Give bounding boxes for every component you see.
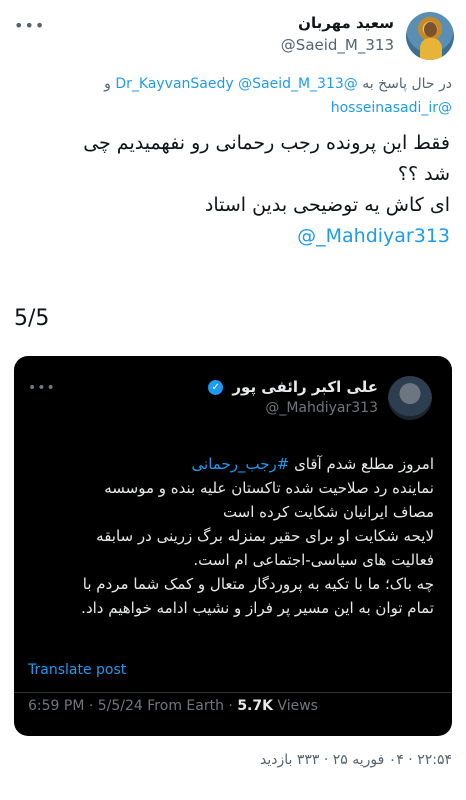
quote-views-label: Views: [277, 698, 318, 714]
quote-meta-time: 6:59 PM · 5/5/24 From Earth ·: [28, 698, 233, 714]
author-handle[interactable]: @Saeid_M_313: [281, 34, 394, 56]
quote-meta: 6:59 PM · 5/5/24 From Earth · 5.7K Views: [28, 698, 318, 714]
quote-author-avatar[interactable]: [388, 376, 432, 420]
quote-divider: [14, 692, 452, 693]
translate-post-link[interactable]: Translate post: [28, 662, 126, 678]
tweet-text-line: ای کاش یه توضیحی بدین استاد: [204, 194, 450, 216]
page-count: 5/5: [14, 306, 50, 331]
quote-more-icon[interactable]: •••: [28, 380, 56, 396]
replying-mention-2[interactable]: @Saeid_M_313: [238, 76, 344, 92]
replying-to: در حال پاسخ به @Dr_KayvanSaedy @Saeid_M_…: [14, 72, 452, 120]
tweet-mention[interactable]: @_Mahdiyar313: [16, 221, 450, 252]
tweet-text: فقط این پرونده رجب رحمانی رو نفهمیدیم چی…: [16, 128, 450, 252]
avatar-body: [420, 38, 442, 60]
tweet-text-line: شد ؟؟: [397, 163, 450, 185]
replying-prefix: در حال پاسخ به: [362, 76, 452, 92]
quote-text-line-1: امروز مطلع شدم آقای #رجب_رحمانی: [32, 452, 434, 476]
tweet-header: سعید مهربان @Saeid_M_313 •••: [10, 10, 454, 60]
quote-display-name[interactable]: علی اکبر رائفی پور: [232, 378, 378, 396]
quote-text: امروز مطلع شدم آقای #رجب_رحمانی نماینده …: [32, 452, 434, 620]
author-display-name[interactable]: سعید مهربان: [281, 12, 394, 34]
quote-display-name-row: علی اکبر رائفی پور ✓: [208, 376, 378, 398]
quote-views-count[interactable]: 5.7K: [237, 698, 273, 714]
hashtag-link[interactable]: #رجب_رحمانی: [192, 455, 290, 473]
replying-and: و: [104, 76, 111, 92]
quote-text-line: لایحه شکایت او برای حقیر بمنزله برگ زرین…: [96, 527, 434, 545]
quoted-tweet-card[interactable]: علی اکبر رائفی پور ✓ @_Mahdiyar313 ••• ا…: [14, 356, 452, 736]
tweet-footer-meta: ۲۲:۵۴ · ۰۴ فوریه ۲۵ · ۳۳۳ بازدید: [259, 752, 452, 768]
quote-text-line: چه باک؛ ما با تکیه به پروردگار متعال و ک…: [82, 575, 434, 593]
quote-text-line: نماینده رد صلاحیت شده تاکستان علیه بنده …: [104, 479, 434, 497]
author-names: سعید مهربان @Saeid_M_313: [281, 12, 394, 56]
quote-text-prefix: امروز مطلع شدم آقای: [294, 455, 434, 473]
replying-mention-3[interactable]: @hosseinasadi_ir: [331, 100, 452, 116]
avatar-head: [424, 22, 437, 37]
quote-text-line: مصاف ایرانیان شکایت کرده است: [222, 503, 434, 521]
verified-badge-icon: ✓: [208, 380, 224, 395]
quote-text-line: تمام توان به این مسیر پر فراز و نشیب ادا…: [81, 599, 434, 617]
quote-author-names: علی اکبر رائفی پور ✓ @_Mahdiyar313: [208, 376, 378, 418]
quote-handle[interactable]: @_Mahdiyar313: [208, 398, 378, 418]
more-horizontal-icon[interactable]: •••: [14, 16, 45, 35]
quote-text-line: فعالیت های سیاسی-اجتماعی ام است.: [193, 551, 434, 569]
author-avatar[interactable]: [406, 12, 454, 60]
tweet-text-line: فقط این پرونده رجب رحمانی رو نفهمیدیم چی: [83, 132, 450, 154]
